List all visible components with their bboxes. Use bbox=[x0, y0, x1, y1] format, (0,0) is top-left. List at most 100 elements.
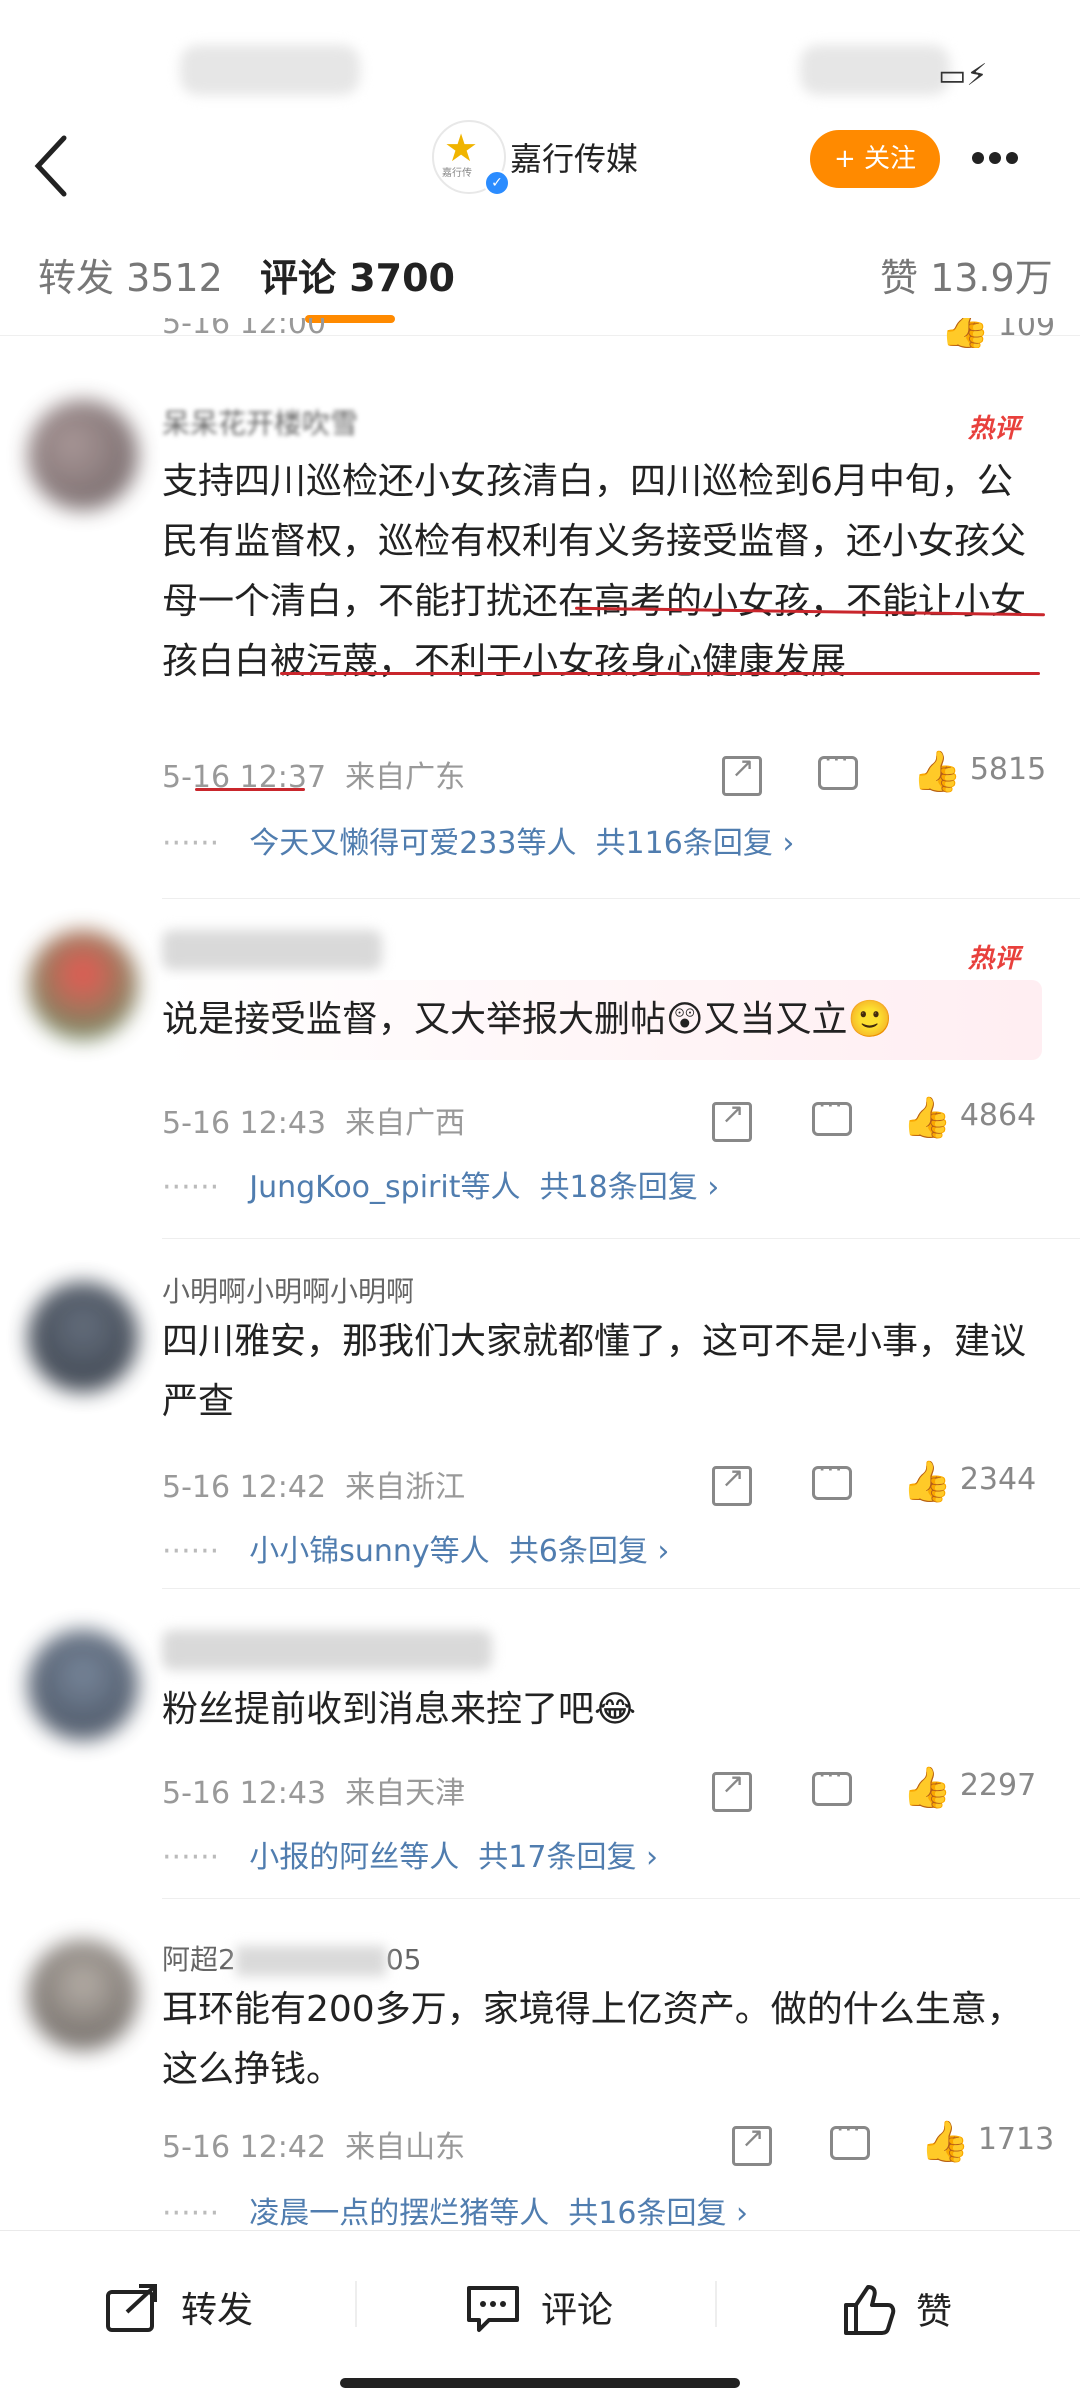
like-button[interactable]: 👍 109 bbox=[940, 318, 1055, 348]
partial-comment: 5-16 12:00 👍 109 bbox=[0, 318, 1080, 348]
replies-count: 共16条回复 › bbox=[568, 2196, 749, 2230]
annotation-underline bbox=[195, 788, 305, 791]
avatar[interactable] bbox=[28, 1282, 138, 1392]
thumb-up-icon bbox=[840, 2281, 896, 2346]
status-bar: ▭⚡ bbox=[0, 0, 1080, 130]
like-button[interactable]: 👍 5815 bbox=[912, 748, 1046, 795]
replies-count: 共17条回复 › bbox=[478, 1840, 659, 1875]
share-bottom-button[interactable]: 转发 bbox=[105, 2281, 253, 2343]
divider bbox=[162, 1588, 1080, 1589]
share-button[interactable] bbox=[712, 1097, 752, 1150]
comment-location: 来自广东 bbox=[345, 760, 466, 795]
comment-item: 热评 说是接受监督，又大举报大删帖😲又当又立🙂 5-16 12:43 来自广西 … bbox=[0, 900, 1080, 1240]
tab-likes[interactable]: 赞 13.9万 bbox=[880, 247, 1053, 302]
reply-button[interactable] bbox=[812, 1455, 852, 1508]
username-end: 05 bbox=[385, 1943, 422, 1976]
replies-users: 今天又懒得可爱233等人 bbox=[249, 826, 577, 861]
like-bottom-button[interactable]: 赞 bbox=[840, 2281, 952, 2346]
ellipsis-icon: ······ bbox=[162, 1840, 220, 1875]
comment-time: 5-16 12:43 bbox=[162, 1106, 327, 1141]
comment-item: 粉丝提前收到消息来控了吧😂 5-16 12:43 来自天津 👍2297 ····… bbox=[0, 1600, 1080, 1900]
share-button[interactable] bbox=[732, 2121, 772, 2174]
tab-comments[interactable]: 评论 3700 bbox=[260, 247, 455, 302]
status-icons-blur bbox=[800, 45, 950, 95]
account-name[interactable]: 嘉行传媒 bbox=[510, 134, 638, 180]
replies-link[interactable]: ······ 小小锦sunny等人 共6条回复 › bbox=[162, 1526, 669, 1570]
comment-username[interactable]: 阿超2 05 bbox=[162, 1938, 421, 1978]
ellipsis-icon: ······ bbox=[162, 1534, 220, 1569]
share-icon bbox=[732, 2121, 772, 2166]
battery-icon: ▭⚡ bbox=[938, 58, 988, 93]
like-button[interactable]: 👍 2344 bbox=[902, 1458, 1036, 1505]
comment-time: 5-16 12:42 bbox=[162, 2130, 327, 2165]
share-button[interactable] bbox=[712, 1767, 752, 1820]
like-button[interactable]: 👍 2297 bbox=[902, 1764, 1036, 1811]
bottom-action-bar: 转发 评论 赞 bbox=[0, 2230, 1080, 2401]
thumb-up-icon: 👍 bbox=[902, 1459, 952, 1505]
comment-icon bbox=[812, 1761, 852, 1806]
replies-count: 共18条回复 › bbox=[539, 1170, 720, 1205]
dot-icon bbox=[1006, 152, 1018, 164]
replies-count: 共6条回复 › bbox=[508, 1534, 670, 1569]
separator bbox=[355, 2281, 357, 2327]
comment-username[interactable]: 呆呆花开楼吹雪 bbox=[162, 402, 358, 442]
comment-bottom-button[interactable]: 评论 bbox=[465, 2281, 613, 2343]
comment-location: 来自天津 bbox=[345, 1776, 466, 1811]
reply-button[interactable] bbox=[830, 2115, 870, 2168]
annotation-underline bbox=[280, 672, 1040, 675]
replies-users: 小报的阿丝等人 bbox=[249, 1840, 460, 1875]
tab-reposts[interactable]: 转发 3512 bbox=[38, 247, 223, 302]
follow-button[interactable]: + 关注 bbox=[810, 130, 940, 188]
separator bbox=[715, 2281, 717, 2327]
replies-link[interactable]: ······ JungKoo_spirit等人 共18条回复 › bbox=[162, 1162, 719, 1206]
comment-text: 四川雅安，那我们大家就都懂了，这可不是小事，建议严查 bbox=[162, 1321, 1027, 1422]
like-label: 赞 bbox=[916, 2291, 953, 2333]
hot-comment-badge: 热评 bbox=[968, 414, 1021, 444]
comment-text: 耳环能有200多万，家境得上亿资产。做的什么生意，这么挣钱。 bbox=[162, 1989, 1023, 2090]
reply-button[interactable] bbox=[818, 745, 858, 798]
comment-username-blurred[interactable] bbox=[162, 1630, 492, 1670]
avatar[interactable] bbox=[28, 400, 138, 510]
replies-link[interactable]: ······ 今天又懒得可爱233等人 共116条回复 › bbox=[162, 818, 794, 862]
replies-link[interactable]: ······ 凌晨一点的摆烂猪等人 共16条回复 › bbox=[162, 2188, 748, 2230]
comment-username[interactable]: 小明啊小明啊小明啊 bbox=[162, 1270, 414, 1310]
share-button[interactable] bbox=[722, 751, 762, 804]
comment-meta: 5-16 12:42 来自山东 bbox=[162, 2122, 465, 2166]
share-label: 转发 bbox=[181, 2290, 254, 2331]
like-button[interactable]: 👍 4864 bbox=[902, 1094, 1036, 1141]
comment-icon bbox=[812, 1455, 852, 1500]
avatar[interactable] bbox=[28, 1940, 138, 2050]
comment-time: 5-16 12:43 bbox=[162, 1776, 327, 1811]
reply-button[interactable] bbox=[812, 1761, 852, 1814]
username-start: 阿超2 bbox=[162, 1943, 236, 1976]
divider bbox=[162, 1238, 1080, 1239]
replies-link[interactable]: ······ 小报的阿丝等人 共17条回复 › bbox=[162, 1832, 658, 1876]
account-avatar[interactable]: ★ 嘉行传 ✓ bbox=[432, 120, 510, 196]
reply-button[interactable] bbox=[812, 1091, 852, 1144]
comment-location: 来自山东 bbox=[345, 2130, 466, 2165]
comment-item: 呆呆花开楼吹雪 热评 支持四川巡检还小女孩清白，四川巡检到6月中旬，公民有监督权… bbox=[0, 370, 1080, 900]
ellipsis-icon: ······ bbox=[162, 1170, 220, 1205]
avatar[interactable] bbox=[28, 1630, 138, 1740]
comment-item: 小明啊小明啊小明啊 四川雅安，那我们大家就都懂了，这可不是小事，建议严查 5-1… bbox=[0, 1250, 1080, 1590]
share-button[interactable] bbox=[712, 1461, 752, 1514]
more-menu-button[interactable] bbox=[972, 128, 1042, 188]
comment-icon bbox=[818, 745, 858, 790]
username-blur bbox=[235, 1946, 386, 1976]
divider bbox=[162, 898, 1080, 899]
comment-username-blurred[interactable] bbox=[162, 930, 382, 970]
comment-item: 阿超2 05 耳环能有200多万，家境得上亿资产。做的什么生意，这么挣钱。 5-1… bbox=[0, 1910, 1080, 2230]
like-button[interactable]: 👍 1713 bbox=[920, 2118, 1054, 2165]
back-button[interactable] bbox=[28, 130, 88, 210]
share-icon bbox=[712, 1767, 752, 1812]
like-count: 2297 bbox=[959, 1768, 1037, 1803]
dot-icon bbox=[972, 152, 984, 164]
thumb-up-icon: 👍 bbox=[902, 1765, 952, 1811]
comment-icon bbox=[812, 1091, 852, 1136]
thumb-up-icon: 👍 bbox=[912, 749, 962, 795]
comment-text: 说是接受监督，又大举报大删帖😲又当又立🙂 bbox=[162, 980, 1042, 1060]
avatar[interactable] bbox=[28, 930, 138, 1040]
comment-text: 支持四川巡检还小女孩清白，四川巡检到6月中旬，公民有监督权，巡检有权利有义务接受… bbox=[162, 461, 1027, 682]
comment-time: 5-16 12:00 bbox=[162, 318, 327, 341]
thumb-up-icon: 👍 bbox=[920, 2119, 970, 2165]
